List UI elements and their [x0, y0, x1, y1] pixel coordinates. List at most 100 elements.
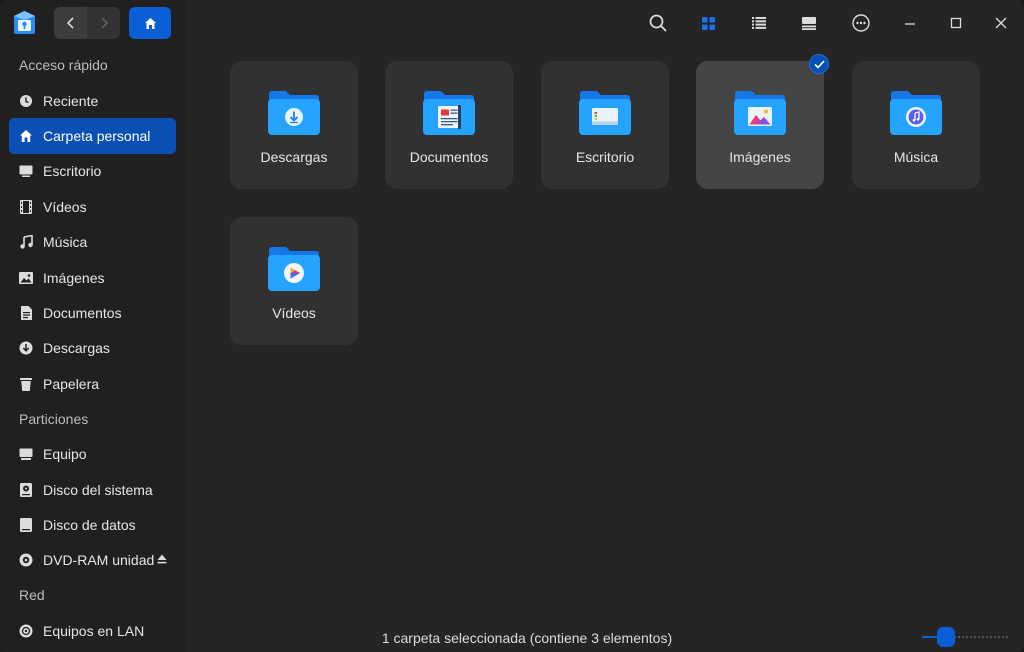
back-button[interactable]: [54, 7, 87, 39]
sidebar-item-music[interactable]: Música: [9, 225, 176, 260]
sidebar-item-computer[interactable]: Equipo: [9, 437, 176, 472]
navigation-buttons: [54, 7, 120, 39]
zoom-slider[interactable]: [922, 627, 1008, 647]
maximize-button[interactable]: [941, 8, 971, 38]
folder-desktop[interactable]: Escritorio: [541, 61, 669, 189]
folder-label: Vídeos: [272, 305, 316, 321]
computer-icon: [19, 448, 33, 461]
detail-view-button[interactable]: [794, 8, 824, 38]
sidebar-item-label: Reciente: [43, 92, 99, 109]
sidebar-item-downloads[interactable]: Descargas: [9, 331, 176, 366]
checkmark-icon: [813, 59, 825, 69]
grid-view-icon: [701, 16, 715, 30]
disk-icon: [20, 482, 32, 497]
sidebar-section-title: Acceso rápido: [19, 57, 108, 73]
sidebar-item-label: Papelera: [43, 375, 100, 392]
eject-icon[interactable]: [156, 553, 168, 565]
folder-label: Documentos: [409, 149, 489, 165]
sidebar-item-data-disk[interactable]: Disco de datos: [9, 507, 176, 542]
breadcrumb-home[interactable]: [129, 7, 171, 39]
zoom-thumb[interactable]: [936, 627, 955, 647]
disk-icon: [20, 517, 32, 532]
toolbar: [186, 0, 1024, 46]
search-icon: [649, 14, 667, 32]
sidebar-item-lan[interactable]: Equipos en LAN: [9, 613, 176, 648]
sidebar-item-label: Vídeos: [43, 198, 87, 215]
sidebar-item-documents[interactable]: Documentos: [9, 295, 176, 330]
folder-music[interactable]: Música: [852, 61, 980, 189]
trash-icon: [20, 377, 32, 391]
search-button[interactable]: [643, 8, 673, 38]
documents-folder-icon: [423, 91, 475, 135]
film-icon: [20, 199, 32, 214]
file-manager-window: Acceso rápido Reciente Carpeta personal …: [0, 0, 1024, 652]
desktop-folder-icon: [579, 91, 631, 135]
desktop-icon: [19, 165, 33, 178]
detail-view-icon: [802, 16, 816, 30]
sidebar-item-label: Disco de datos: [43, 516, 136, 533]
selected-check-badge: [809, 54, 829, 74]
sidebar-item-label: Carpeta personal: [43, 128, 151, 145]
main-area: Descargas Documentos Escritorio Imágenes…: [186, 0, 1024, 652]
minimize-button[interactable]: [895, 8, 925, 38]
sidebar-item-label: Documentos: [43, 305, 122, 322]
sidebar: Acceso rápido Reciente Carpeta personal …: [0, 0, 186, 652]
folder-downloads[interactable]: Descargas: [230, 61, 358, 189]
sidebar-item-label: Escritorio: [43, 163, 102, 180]
home-icon: [20, 130, 32, 143]
sidebar-item-pictures[interactable]: Imágenes: [9, 260, 176, 295]
pictures-folder-icon: [734, 91, 786, 135]
chevron-left-icon: [66, 17, 74, 29]
minimize-icon: [905, 23, 915, 25]
more-options-icon: [852, 14, 870, 32]
close-icon: [995, 17, 1007, 29]
clock-icon: [20, 94, 32, 107]
sidebar-item-label: Imágenes: [43, 269, 105, 286]
network-icon: [19, 624, 33, 638]
sidebar-item-label: Equipo: [43, 446, 87, 463]
music-note-icon: [19, 235, 33, 249]
icon-view-button[interactable]: [693, 8, 723, 38]
folder-videos[interactable]: Vídeos: [230, 217, 358, 345]
status-bar: 1 carpeta seleccionada (contiene 3 eleme…: [186, 624, 1024, 652]
sidebar-item-recent[interactable]: Reciente: [9, 83, 176, 118]
home-icon: [144, 17, 156, 29]
chevron-right-icon: [100, 17, 108, 29]
sidebar-item-system-disk[interactable]: Disco del sistema: [9, 472, 176, 507]
maximize-icon: [950, 17, 962, 29]
sidebar-item-videos[interactable]: Vídeos: [9, 189, 176, 224]
sidebar-item-label: Equipos en LAN: [43, 622, 145, 639]
sidebar-item-trash[interactable]: Papelera: [9, 366, 176, 401]
list-view-button[interactable]: [744, 8, 774, 38]
close-button[interactable]: [986, 8, 1016, 38]
sidebar-item-label: Disco del sistema: [43, 481, 153, 498]
more-options-button[interactable]: [846, 8, 876, 38]
sidebar-item-label: DVD-RAM unidad: [43, 552, 155, 569]
folder-label: Música: [893, 149, 939, 165]
folder-label: Imágenes: [729, 149, 791, 165]
image-icon: [19, 271, 33, 284]
titlebar-left: [0, 0, 186, 46]
forward-button[interactable]: [87, 7, 120, 39]
download-icon: [19, 341, 33, 355]
sidebar-item-label: Música: [43, 234, 88, 251]
music-folder-icon: [890, 91, 942, 135]
disc-icon: [19, 553, 33, 567]
download-folder-icon: [268, 91, 320, 135]
sidebar-item-dvd[interactable]: DVD-RAM unidad: [9, 543, 176, 578]
sidebar-section-title: Red: [19, 587, 45, 604]
folder-label: Escritorio: [575, 149, 635, 165]
sidebar-item-label: Descargas: [43, 340, 110, 357]
videos-folder-icon: [268, 247, 320, 291]
folder-label: Descargas: [260, 149, 328, 165]
document-icon: [20, 306, 32, 321]
list-view-icon: [752, 17, 766, 29]
sidebar-item-home[interactable]: Carpeta personal: [9, 118, 176, 154]
folder-documents[interactable]: Documentos: [385, 61, 513, 189]
app-logo-icon[interactable]: [11, 9, 38, 36]
sidebar-section-title: Particiones: [19, 410, 89, 427]
status-text: 1 carpeta seleccionada (contiene 3 eleme…: [381, 630, 673, 646]
sidebar-item-desktop[interactable]: Escritorio: [9, 154, 176, 189]
folder-pictures[interactable]: Imágenes: [696, 54, 829, 189]
sidebar-list: Acceso rápido Reciente Carpeta personal …: [0, 48, 186, 648]
